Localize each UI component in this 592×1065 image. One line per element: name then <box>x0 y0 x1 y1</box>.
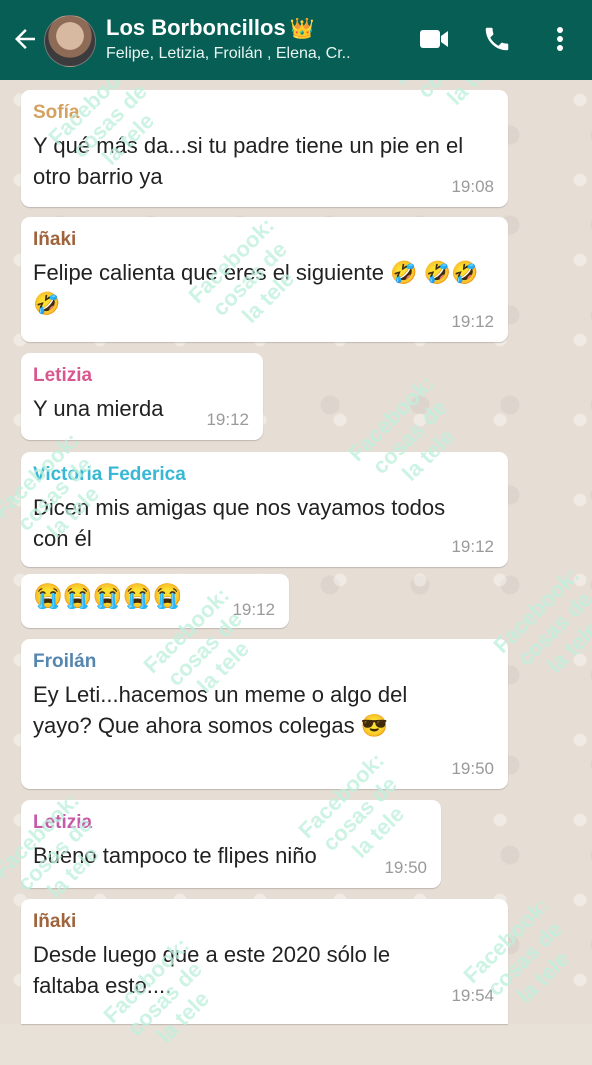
group-info[interactable]: Los Borboncillos 👑 Felipe, Letizia, Froil… <box>106 14 406 65</box>
message-text: Ey Leti...hacemos un meme o algo del yay… <box>33 682 408 738</box>
video-call-icon[interactable] <box>419 28 449 50</box>
message-sender: Letizia <box>33 365 93 386</box>
message-bubble[interactable]: Iñaki Desde luego que a este 2020 sólo l… <box>21 899 508 1024</box>
more-vertical-icon[interactable] <box>550 24 570 54</box>
message-bubble[interactable]: Victoria Federica Dicen mis amigas que n… <box>21 452 508 567</box>
message-sender: Victoria Federica <box>33 464 186 485</box>
message-text: Felipe calienta que eres el siguiente 🤣 … <box>33 260 479 316</box>
message-sender: Iñaki <box>33 229 77 250</box>
message-time: 19:50 <box>451 759 494 778</box>
chat-header: Los Borboncillos 👑 Felipe, Letizia, Froil… <box>0 0 592 80</box>
message-bubble[interactable]: Froilán Ey Leti...hacemos un meme o algo… <box>21 639 508 789</box>
message-time: 19:50 <box>384 858 427 877</box>
message-time: 19:12 <box>451 312 494 331</box>
message-bubble[interactable]: Sofía Y qué más da...si tu padre tiene u… <box>21 90 508 207</box>
message-bubble[interactable]: Letizia Bueno tampoco te flipes niño 19:… <box>21 800 441 888</box>
phone-icon[interactable] <box>482 24 512 54</box>
message-bubble[interactable]: Letizia Y una mierda 19:12 <box>21 353 263 440</box>
message-text: Bueno tampoco te flipes niño <box>33 843 317 868</box>
message-bubble[interactable]: 😭😭😭😭😭 19:12 <box>21 574 289 628</box>
crown-icon: 👑 <box>289 18 315 40</box>
message-sender: Letizia <box>33 812 93 833</box>
message-bubble[interactable]: Iñaki Felipe calienta que eres el siguie… <box>21 217 508 342</box>
message-time: 19:08 <box>451 177 494 196</box>
arrow-left-icon[interactable] <box>10 24 40 54</box>
message-emoji: 😭😭😭😭😭 <box>33 583 183 610</box>
message-text: Y qué más da...si tu padre tiene un pie … <box>33 133 464 189</box>
message-time: 19:12 <box>232 600 275 619</box>
group-members: Felipe, Letizia, Froilán , Elena, Cr.. <box>106 45 351 62</box>
message-text: Dicen mis amigas que nos vayamos todos c… <box>33 495 446 551</box>
message-text: Y una mierda <box>33 396 164 421</box>
group-title: Los Borboncillos 👑 <box>106 14 406 43</box>
message-sender: Froilán <box>33 651 97 672</box>
message-sender: Sofía <box>33 102 80 123</box>
message-time: 19:12 <box>206 410 249 429</box>
message-sender: Iñaki <box>33 911 77 932</box>
group-name: Los Borboncillos <box>106 15 286 40</box>
message-text: Desde luego que a este 2020 sólo le falt… <box>33 942 391 998</box>
group-avatar[interactable] <box>44 15 96 67</box>
message-time: 19:12 <box>451 537 494 556</box>
message-time: 19:54 <box>451 986 494 1005</box>
